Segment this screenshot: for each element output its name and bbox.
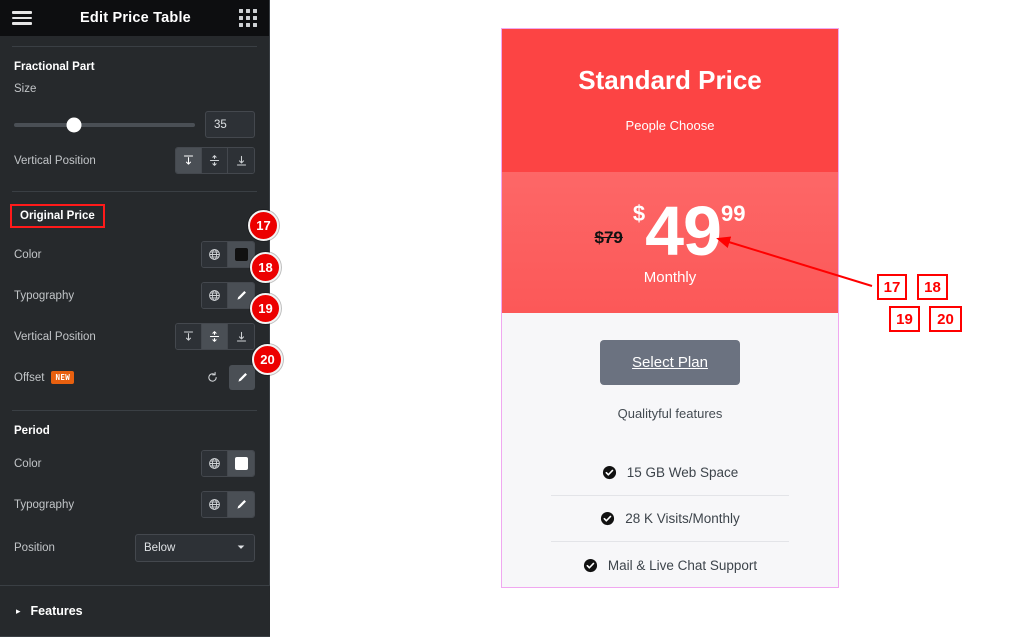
period-typography-control <box>201 491 255 518</box>
row-size-label: Size <box>0 73 269 105</box>
size-slider[interactable] <box>14 117 195 132</box>
feature-label: Mail & Live Chat Support <box>607 557 758 573</box>
feature-label: 15 GB Web Space <box>626 465 739 480</box>
step-badge-19: 19 <box>250 293 281 324</box>
annotation-box-19: 19 <box>889 306 920 332</box>
align-bottom-icon[interactable] <box>228 148 254 173</box>
section-title-original-price: Original Price <box>10 204 105 228</box>
align-middle-icon[interactable] <box>202 148 228 173</box>
align-top-icon[interactable] <box>176 324 202 349</box>
offset-controls <box>199 365 255 390</box>
price-period: Monthly <box>643 269 697 287</box>
row-original-price-typography: Typography <box>0 275 269 316</box>
period-position-value: Below <box>144 542 176 554</box>
row-original-price-offset: Offset NEW <box>0 357 269 398</box>
price-area: $79 $ 49 99 Monthly <box>502 172 838 313</box>
align-top-icon[interactable] <box>176 148 202 173</box>
globe-icon[interactable] <box>202 242 228 267</box>
row-period-typography: Typography <box>0 484 269 525</box>
step-badge-17: 17 <box>248 210 279 241</box>
globe-icon[interactable] <box>202 283 228 308</box>
price-fraction: 99 <box>721 200 746 226</box>
row-period-color: Color <box>0 443 269 484</box>
label-vertical-position: Vertical Position <box>14 330 96 343</box>
original-price-color-control <box>201 241 255 268</box>
panel-body: Fractional Part Size 35 Vertical Positio… <box>0 46 269 637</box>
caret-right-icon: ▸ <box>16 605 21 616</box>
card-body: Select Plan Qualityful features 15 GB We… <box>502 313 838 588</box>
price-integer: 49 <box>645 191 722 270</box>
globe-icon[interactable] <box>202 492 228 517</box>
color-swatch <box>234 457 248 470</box>
check-circle-icon <box>600 511 615 526</box>
row-period-position: Position Below <box>0 525 269 571</box>
chevron-down-icon <box>236 539 246 557</box>
feature-label: 28 K Visits/Monthly <box>625 511 740 526</box>
card-subtitle: People Choose <box>625 118 715 133</box>
align-bottom-icon[interactable] <box>228 324 254 349</box>
currency-symbol: $ <box>632 200 646 226</box>
color-swatch <box>234 248 248 261</box>
select-plan-button[interactable]: Select Plan <box>600 340 740 385</box>
row-fractional-vertical-position: Vertical Position <box>0 140 269 181</box>
label-typography: Typography <box>14 289 75 302</box>
price-line: $79 $ 49 99 <box>594 191 746 270</box>
period-position-select[interactable]: Below <box>135 534 255 562</box>
label-size: Size <box>14 83 37 95</box>
size-input[interactable]: 35 <box>205 111 255 138</box>
size-slider-handle[interactable] <box>66 117 82 132</box>
annotation-box-18: 18 <box>917 274 948 300</box>
size-slider-row: 35 <box>0 105 269 140</box>
list-item: 15 GB Web Space <box>551 450 789 496</box>
divider <box>12 191 257 192</box>
list-item: 28 K Visits/Monthly <box>551 496 789 542</box>
list-item: Mail & Live Chat Support <box>551 542 789 588</box>
row-original-price-color: Color <box>0 234 269 275</box>
step-badge-18: 18 <box>250 252 281 283</box>
label-offset: Offset NEW <box>14 371 75 384</box>
check-circle-icon <box>583 558 598 573</box>
pencil-icon[interactable] <box>228 492 254 517</box>
color-swatch-button[interactable] <box>228 451 254 476</box>
section-title-period: Period <box>14 425 50 437</box>
panel-header: Edit Price Table <box>0 0 269 36</box>
row-original-price-vertical-position: Vertical Position <box>0 316 269 357</box>
step-badge-20: 20 <box>252 344 283 375</box>
grid-apps-icon[interactable] <box>239 9 257 27</box>
label-vertical-position: Vertical Position <box>14 154 96 167</box>
card-header: Standard Price People Choose <box>502 29 838 172</box>
vertical-position-choices-original-price <box>175 323 255 350</box>
label-typography: Typography <box>14 498 75 511</box>
label-color: Color <box>14 248 42 261</box>
features-heading: Qualityful features <box>617 406 723 421</box>
page-title: Edit Price Table <box>80 10 191 26</box>
period-color-control <box>201 450 255 477</box>
label-position: Position <box>14 542 55 554</box>
vertical-position-choices-fractional <box>175 147 255 174</box>
hamburger-icon[interactable] <box>12 11 32 25</box>
annotation-box-17: 17 <box>877 274 907 300</box>
accordion-features[interactable]: ▸ Features <box>0 585 270 637</box>
price-table-card: Standard Price People Choose $79 $ 49 99… <box>501 28 839 588</box>
offset-label-text: Offset <box>14 371 45 384</box>
check-circle-icon <box>602 465 617 480</box>
accordion-features-label: Features <box>30 604 83 618</box>
new-badge: NEW <box>51 371 75 384</box>
original-price: $79 <box>594 227 623 247</box>
original-price-typography-control <box>201 282 255 309</box>
card-title: Standard Price <box>578 65 762 95</box>
align-middle-icon[interactable] <box>202 324 228 349</box>
reset-icon[interactable] <box>199 365 225 390</box>
globe-icon[interactable] <box>202 451 228 476</box>
screenshot-root: Edit Price Table Fractional Part Size 35… <box>0 0 1024 637</box>
pencil-icon[interactable] <box>229 365 255 390</box>
section-title-fractional-part: Fractional Part <box>14 61 95 73</box>
features-list: 15 GB Web Space 28 K Visits/Monthly Mail… <box>551 450 789 588</box>
label-color: Color <box>14 457 42 470</box>
editor-panel: Edit Price Table Fractional Part Size 35… <box>0 0 270 637</box>
annotation-box-20: 20 <box>929 306 962 332</box>
